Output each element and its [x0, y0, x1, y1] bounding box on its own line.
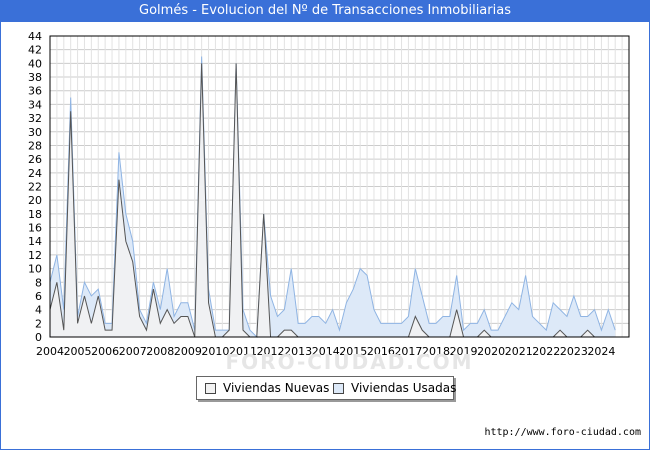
y-tick-label: 16	[28, 222, 42, 235]
y-tick-label: 28	[28, 139, 42, 152]
y-tick-label: 6	[35, 290, 42, 303]
y-tick-label: 32	[28, 112, 42, 125]
y-tick-label: 10	[28, 263, 42, 276]
y-tick-label: 26	[28, 153, 42, 166]
legend-label-nuevas: Viviendas Nuevas	[223, 381, 330, 395]
x-tick-label: 2007	[119, 345, 147, 358]
x-tick-label: 2023	[560, 345, 588, 358]
y-tick-label: 14	[28, 235, 42, 248]
x-tick-label: 2008	[146, 345, 174, 358]
legend-swatch-usadas	[333, 383, 344, 394]
x-tick-label: 2022	[532, 345, 560, 358]
y-tick-label: 40	[28, 57, 42, 70]
y-tick-label: 38	[28, 71, 42, 84]
y-tick-label: 4	[35, 304, 42, 317]
x-tick-label: 2024	[587, 345, 615, 358]
legend-label-usadas: Viviendas Usadas	[351, 381, 457, 395]
x-tick-label: 2020	[477, 345, 505, 358]
y-tick-label: 2	[35, 317, 42, 330]
y-tick-label: 12	[28, 249, 42, 262]
y-tick-label: 22	[28, 181, 42, 194]
legend: Viviendas Nuevas Viviendas Usadas	[196, 376, 457, 400]
x-tick-label: 2005	[64, 345, 92, 358]
chart-area: 0246810121416182022242628303234363840424…	[28, 30, 630, 372]
y-tick-label: 44	[28, 30, 42, 43]
y-tick-label: 34	[28, 98, 42, 111]
legend-swatch-nuevas	[205, 383, 216, 394]
credit-url: http://www.foro-ciudad.com	[484, 427, 641, 438]
watermark: FORO-CIUDAD.COM	[226, 350, 474, 372]
y-tick-label: 24	[28, 167, 42, 180]
y-tick-label: 42	[28, 44, 42, 57]
y-tick-label: 36	[28, 85, 42, 98]
x-tick-label: 2006	[91, 345, 119, 358]
y-tick-label: 20	[28, 194, 42, 207]
x-tick-label: 2009	[174, 345, 202, 358]
x-tick-label: 2004	[36, 345, 64, 358]
chart-title: Golmés - Evolucion del Nº de Transaccion…	[0, 0, 650, 22]
y-tick-label: 8	[35, 276, 42, 289]
y-tick-label: 30	[28, 126, 42, 139]
y-tick-label: 0	[35, 331, 42, 344]
y-tick-label: 18	[28, 208, 42, 221]
x-tick-label: 2021	[505, 345, 533, 358]
